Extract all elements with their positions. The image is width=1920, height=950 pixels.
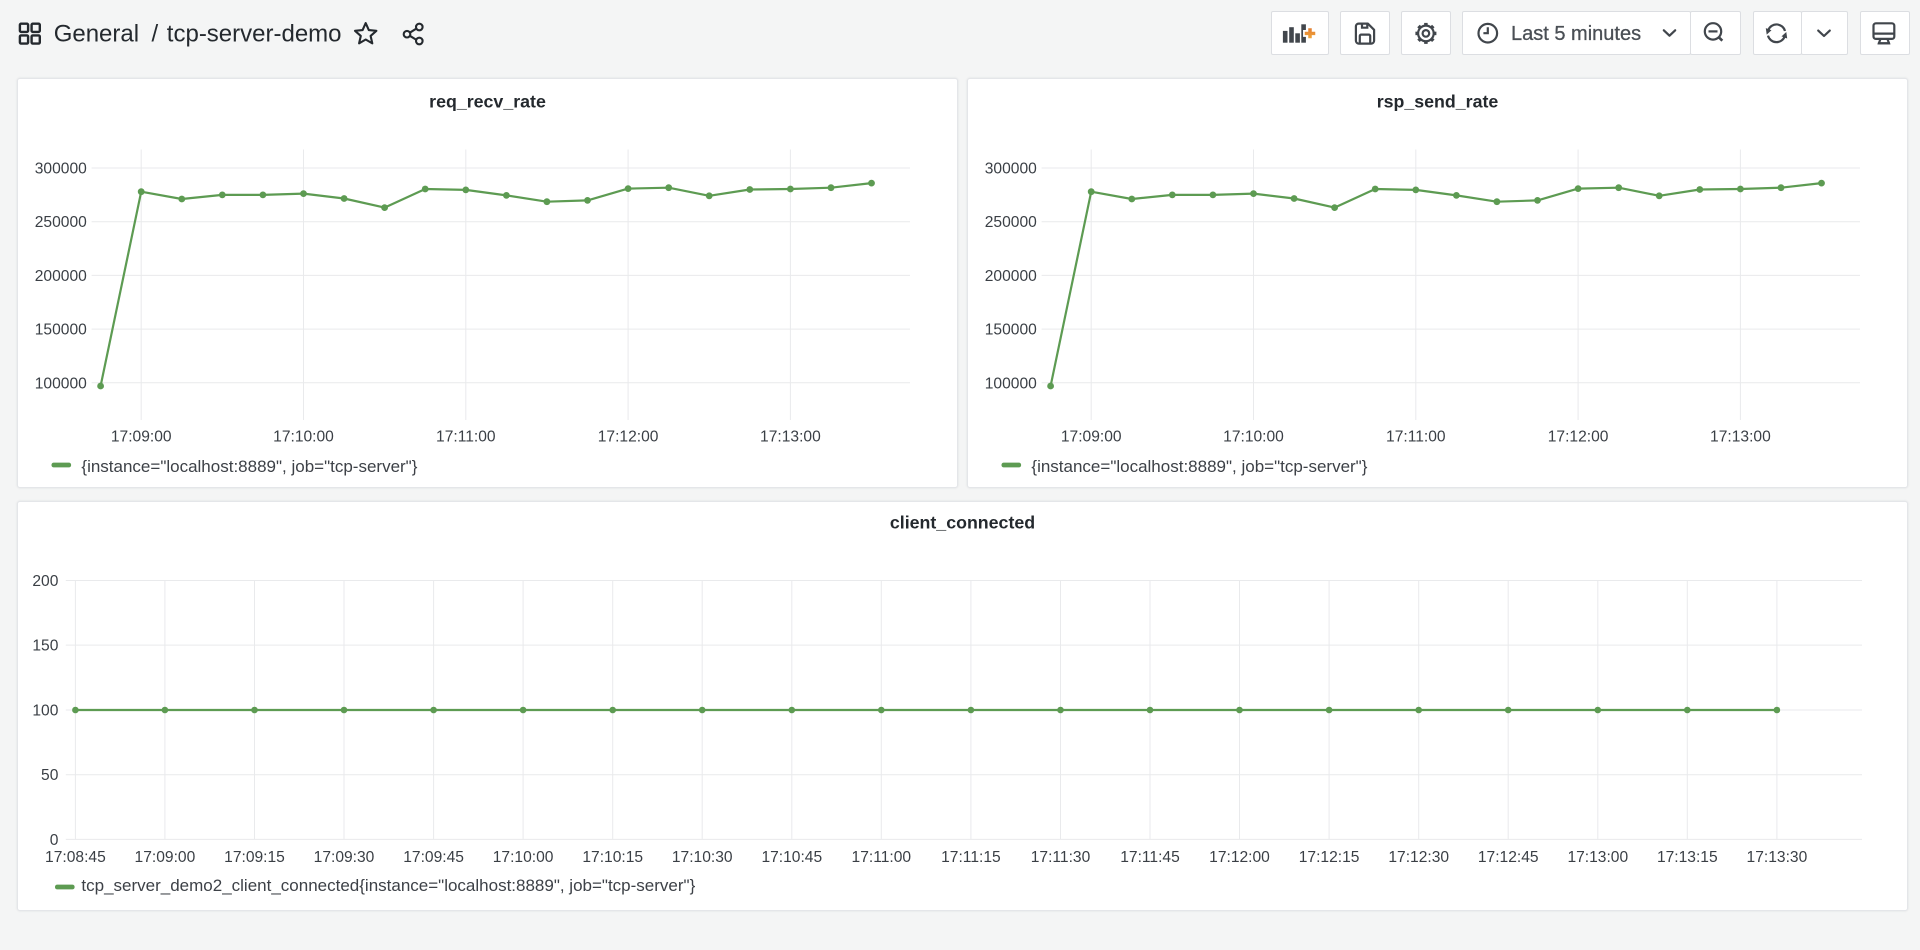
svg-text:200000: 200000 [35,268,87,285]
svg-text:150000: 150000 [35,322,87,339]
svg-text:17:12:30: 17:12:30 [1388,849,1449,866]
svg-text:17:13:00: 17:13:00 [1710,429,1771,446]
svg-text:tcp_server_demo2_client_connec: tcp_server_demo2_client_connected{instan… [81,876,695,895]
svg-text:17:12:15: 17:12:15 [1299,849,1360,866]
svg-text:17:10:00: 17:10:00 [1223,429,1284,446]
svg-text:17:10:00: 17:10:00 [493,849,554,866]
svg-text:17:09:00: 17:09:00 [1061,429,1122,446]
svg-text:100: 100 [32,703,58,720]
svg-text:17:09:15: 17:09:15 [224,849,285,866]
svg-text:17:12:00: 17:12:00 [598,429,659,446]
svg-text:17:08:45: 17:08:45 [45,849,106,866]
svg-text:17:09:30: 17:09:30 [314,849,375,866]
svg-text:17:10:45: 17:10:45 [761,849,822,866]
svg-text:150: 150 [32,638,58,655]
svg-text:17:13:30: 17:13:30 [1747,849,1808,866]
svg-text:{instance="localhost:8889", jo: {instance="localhost:8889", job="tcp-ser… [1031,457,1367,476]
svg-text:300000: 300000 [985,161,1037,178]
svg-text:{instance="localhost:8889", jo: {instance="localhost:8889", job="tcp-ser… [81,457,417,476]
svg-text:req_recv_rate: req_recv_rate [429,92,546,112]
svg-text:0: 0 [50,832,59,849]
svg-text:17:11:00: 17:11:00 [1386,429,1446,446]
svg-text:250000: 250000 [985,214,1037,231]
svg-text:17:13:00: 17:13:00 [1567,849,1628,866]
svg-text:250000: 250000 [35,214,87,231]
svg-text:17:11:00: 17:11:00 [436,429,496,446]
svg-text:17:10:30: 17:10:30 [672,849,733,866]
svg-text:tcp-server-demo: tcp-server-demo [167,21,342,48]
svg-text:17:11:00: 17:11:00 [852,849,912,866]
svg-text:17:11:15: 17:11:15 [941,849,1001,866]
svg-text:17:12:00: 17:12:00 [1209,849,1270,866]
svg-text:300000: 300000 [35,161,87,178]
svg-text:17:10:15: 17:10:15 [582,849,643,866]
svg-text:100000: 100000 [35,375,87,392]
svg-text:rsp_send_rate: rsp_send_rate [1377,92,1499,112]
svg-text:17:12:00: 17:12:00 [1548,429,1609,446]
svg-text:17:11:30: 17:11:30 [1031,849,1091,866]
svg-text:17:10:00: 17:10:00 [273,429,334,446]
svg-text:17:13:15: 17:13:15 [1657,849,1718,866]
svg-text:200000: 200000 [985,268,1037,285]
svg-text:17:11:45: 17:11:45 [1120,849,1180,866]
svg-text:17:13:00: 17:13:00 [760,429,821,446]
svg-text:17:09:00: 17:09:00 [111,429,172,446]
svg-text:17:09:45: 17:09:45 [403,849,464,866]
svg-text:200: 200 [32,573,58,590]
svg-text:Last 5 minutes: Last 5 minutes [1511,23,1641,45]
svg-text:General: General [54,21,139,48]
svg-text:17:09:00: 17:09:00 [135,849,196,866]
svg-text:client_connected: client_connected [890,513,1035,533]
svg-text:150000: 150000 [985,322,1037,339]
svg-text:100000: 100000 [985,375,1037,392]
svg-text:17:12:45: 17:12:45 [1478,849,1539,866]
svg-text:/: / [152,21,159,48]
svg-text:50: 50 [41,767,59,784]
